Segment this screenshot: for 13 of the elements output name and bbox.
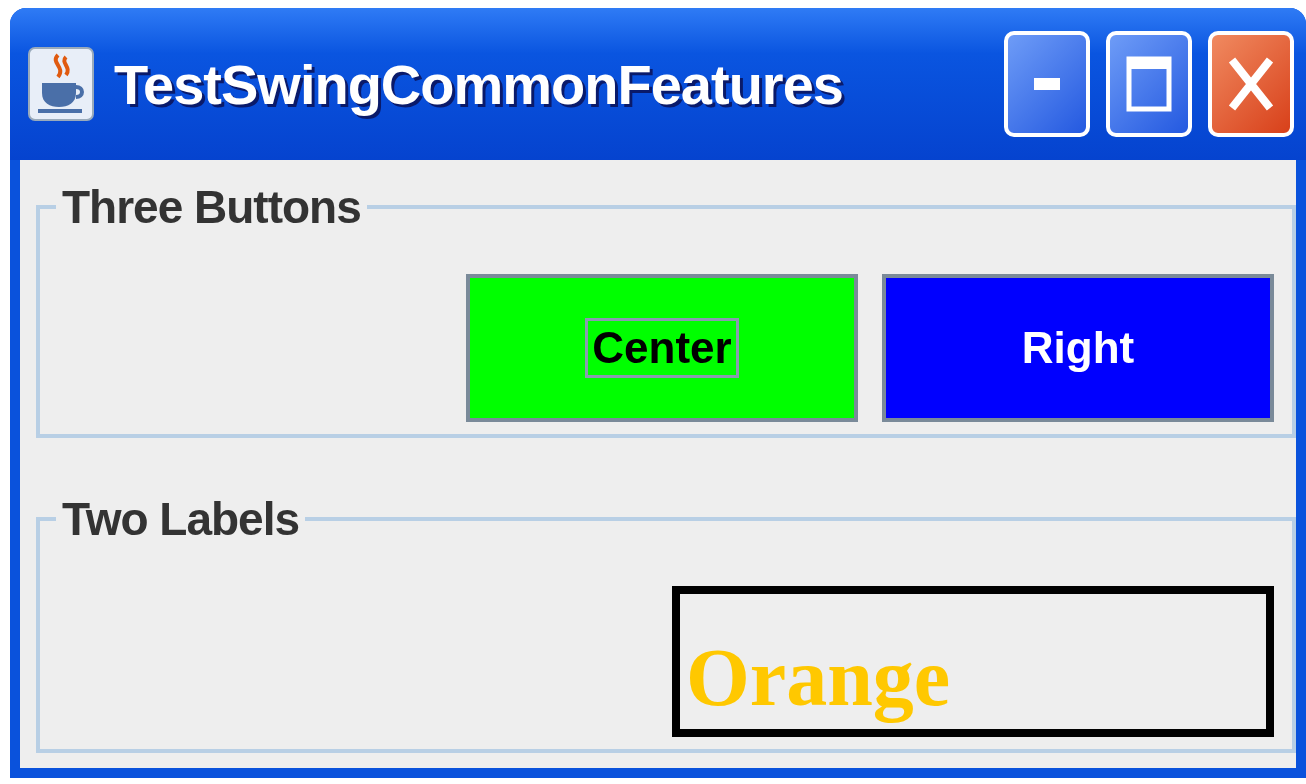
coffee-cup-icon	[28, 47, 94, 121]
push-button[interactable]: Right	[882, 274, 1274, 422]
minimize-button[interactable]	[1004, 31, 1090, 137]
text-label: Orange	[672, 586, 1274, 737]
push-button[interactable]: Center	[466, 274, 858, 422]
group-title: Three Buttons	[61, 184, 362, 230]
close-button[interactable]	[1208, 31, 1294, 137]
group-title: Two Labels	[61, 496, 301, 542]
close-icon	[1228, 56, 1274, 112]
window-title: TestSwingCommonFeatures	[114, 51, 843, 117]
maximize-button[interactable]	[1106, 31, 1192, 137]
minimize-icon	[1034, 78, 1060, 90]
maximize-icon	[1126, 56, 1172, 112]
